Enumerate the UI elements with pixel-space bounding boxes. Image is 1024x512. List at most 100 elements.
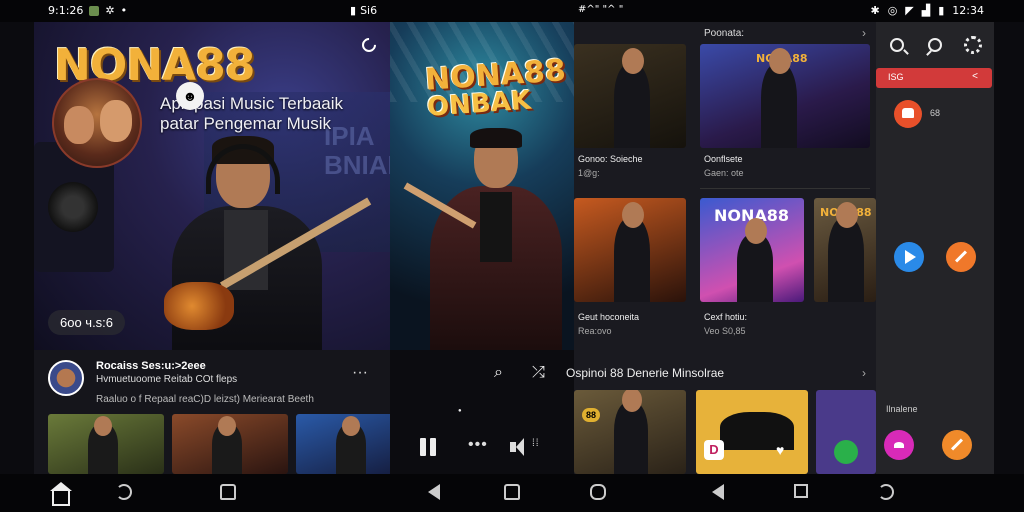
tile-badge: 88: [582, 408, 601, 422]
search-icon[interactable]: [890, 38, 904, 52]
green-badge-icon: [834, 440, 858, 464]
wifi-icon: ◤: [905, 4, 914, 17]
plays-badge[interactable]: 6oo ч.ѕ:6: [48, 310, 126, 335]
status-mid-text: Si6: [360, 4, 378, 17]
home-icon[interactable]: [50, 482, 72, 506]
overview-icon[interactable]: [794, 484, 808, 498]
app-round-logo[interactable]: ☻: [176, 82, 204, 110]
volume-icon[interactable]: [510, 438, 530, 456]
performer-hair: [470, 128, 522, 148]
side-panel: ISG < 68 Ilnalene: [876, 22, 994, 474]
card-figure: [828, 202, 864, 302]
cloud-icon[interactable]: [884, 430, 914, 460]
thumbnail-1[interactable]: [48, 414, 164, 474]
playlist-section-title[interactable]: Ospinoi 88 Denerie Minsolrae: [566, 366, 724, 380]
bluetooth-icon: ✱: [870, 4, 880, 17]
chat-icon[interactable]: [894, 100, 922, 128]
app-screenshot: 9:1:26 ✲ • ▮ Si6 #^" "^ " ✱ ◎ ◤ ▟ ▮ 12:3…: [0, 0, 1024, 512]
heart-icon[interactable]: ♥: [776, 442, 784, 458]
alert-close-icon[interactable]: <: [972, 71, 978, 82]
guitarist-image: [144, 132, 372, 350]
chevron-right-icon[interactable]: ›: [862, 366, 866, 380]
album-card-2[interactable]: NONA88: [700, 44, 870, 148]
edit-icon[interactable]: [946, 242, 976, 272]
artist-face-right: [100, 100, 132, 142]
card2-title[interactable]: Oonflsete: [704, 154, 743, 164]
pencil-icon[interactable]: [942, 430, 972, 460]
artist-avatar[interactable]: [48, 360, 84, 396]
grid-dots-icon[interactable]: ⁞⁞: [532, 438, 540, 449]
search-icon[interactable]: ⌕: [494, 364, 503, 382]
playlist-tile-3[interactable]: [816, 390, 876, 474]
chat-count: 68: [930, 108, 941, 118]
home-outline-icon[interactable]: [220, 484, 236, 500]
play-icon[interactable]: [894, 242, 924, 272]
dot-status-icon: •: [120, 4, 128, 17]
hero-banner[interactable]: IPIABNIANE NONA88 Aplupasi Music Terbaai…: [34, 22, 390, 350]
card4-subtitle: Veo S0,85: [704, 326, 746, 336]
back-icon-2[interactable]: [712, 484, 724, 500]
more-options-icon[interactable]: ···: [352, 364, 368, 382]
playlist-tile-2[interactable]: D ♥: [696, 390, 808, 474]
card-figure: [614, 202, 651, 302]
status-clock: 12:34: [952, 4, 984, 17]
album-logo: NONA88 ONBAK: [424, 53, 568, 123]
shuffle-icon[interactable]: ⤮: [532, 364, 545, 382]
alarm-icon: ◎: [887, 4, 898, 17]
artist-name[interactable]: Rocaiss Ses:u:>2eee: [96, 360, 206, 372]
status-time: 9:1:26: [48, 4, 84, 17]
bottom-label: Ilnalene: [886, 404, 918, 414]
gear-icon[interactable]: [964, 36, 982, 54]
pause-button[interactable]: [420, 438, 438, 456]
section-title-top: Poonata:: [704, 28, 745, 39]
card1-subtitle: 1@g:: [578, 168, 600, 178]
card3-title[interactable]: Geut hoconeita: [578, 312, 639, 322]
undo-icon[interactable]: [116, 484, 132, 500]
card1-title[interactable]: Gonoo: Soieche: [578, 154, 643, 164]
album-card-1[interactable]: [574, 44, 686, 148]
album-card-5[interactable]: NONA88: [814, 198, 876, 302]
recents-icon[interactable]: [590, 484, 606, 500]
track-description: Raaluo o f Repaal reaC)D leizst) Meriear…: [96, 394, 314, 405]
status-right: ✱ ◎ ◤ ▟ ▮ 12:34: [870, 4, 984, 17]
signal-icon: ▟: [921, 4, 931, 17]
status-left: 9:1:26 ✲ •: [48, 4, 127, 17]
alert-bar[interactable]: ISG <: [876, 68, 992, 88]
album-card-4[interactable]: NONA88: [700, 198, 804, 302]
home-button-icon[interactable]: [504, 484, 520, 500]
status-bar: 9:1:26 ✲ • ▮ Si6 #^" "^ " ✱ ◎ ◤ ▟ ▮ 12:3…: [0, 0, 1024, 22]
related-thumbnails: [48, 414, 412, 474]
now-playing-art[interactable]: NONA88 ONBAK: [390, 22, 574, 350]
settings-status-icon: ✲: [105, 4, 115, 17]
refresh-icon[interactable]: [359, 35, 379, 55]
guitar-body: [164, 282, 234, 330]
card-figure: [737, 218, 774, 302]
thumbnail-2[interactable]: [172, 414, 288, 474]
artist-face-left: [64, 106, 94, 144]
status-mid: ▮ Si6: [350, 4, 377, 17]
artists-avatar: [52, 78, 142, 168]
tile-figure: [614, 390, 648, 474]
card-figure: [614, 48, 651, 148]
status-mid2-text: #^" "^ ": [578, 4, 624, 15]
dot-indicator-icon: ●: [458, 408, 462, 414]
performer-image: [403, 128, 562, 350]
card2-subtitle: Gaen: ote: [704, 168, 744, 178]
thumbnail-figure: [336, 416, 366, 474]
d-logo-icon: D: [704, 440, 724, 460]
album-logo-line2: ONBAK: [426, 85, 532, 123]
chevron-right-icon[interactable]: ›: [862, 26, 866, 40]
player-controls: ⌕ ⤮ ● ••• ⁞⁞: [390, 350, 574, 474]
card4-title[interactable]: Cexf hotiu:: [704, 312, 747, 322]
more-icon[interactable]: •••: [468, 436, 488, 454]
card-figure: [761, 48, 798, 148]
performer-tee: [480, 192, 512, 262]
back-icon[interactable]: [428, 484, 440, 500]
thumbnail-figure: [88, 416, 118, 474]
playlist-section: Ospinoi 88 Denerie Minsolrae › 88 D ♥: [566, 350, 876, 474]
playlist-tile-1[interactable]: 88: [574, 390, 686, 474]
key-icon[interactable]: [928, 38, 942, 52]
album-card-3[interactable]: [574, 198, 686, 302]
browse-grid: Poonata: › NONA88 Gonoo: Soieche 1@g: Oo…: [574, 22, 876, 350]
assistant-icon[interactable]: [878, 484, 894, 500]
